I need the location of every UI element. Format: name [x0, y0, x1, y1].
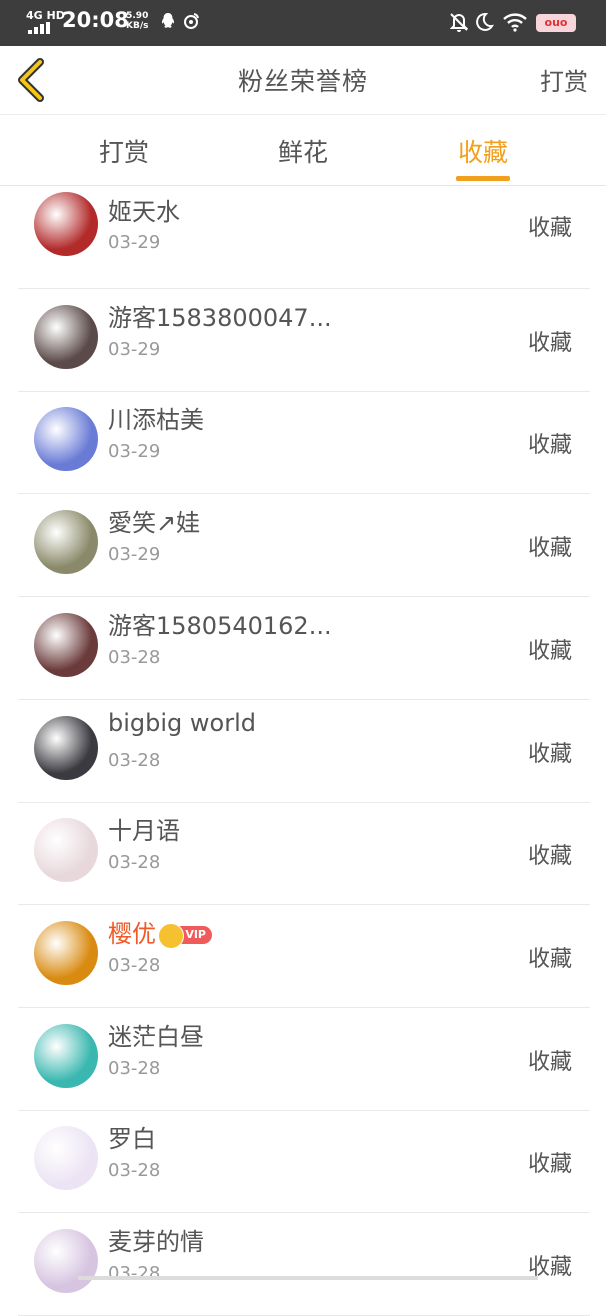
fan-name: 游客1583800047...	[108, 298, 332, 333]
fan-name: 樱优 VIP	[108, 914, 212, 949]
status-bar: 4G HD 20:08 5.90 KB/s ouo	[0, 0, 606, 46]
tab-bar: 打赏 鲜花 收藏	[0, 115, 606, 186]
avatar[interactable]	[34, 1229, 98, 1293]
fan-date: 03-29	[108, 232, 161, 253]
qq-icon	[160, 12, 176, 35]
fan-date: 03-28	[108, 955, 161, 976]
list-item[interactable]: 姬天水 03-29 收藏	[18, 186, 590, 289]
fan-date: 03-28	[108, 1058, 161, 1079]
page-title: 粉丝荣誉榜	[237, 67, 368, 96]
list-item[interactable]: 游客1580540162... 03-28 收藏	[18, 597, 590, 700]
crown-icon	[158, 923, 184, 949]
fan-name-text: 十月语	[108, 817, 180, 845]
fan-date: 03-28	[108, 1263, 161, 1284]
fan-action-label: 收藏	[527, 433, 572, 458]
speed-value: 5.90	[126, 11, 149, 21]
mute-bell-icon	[449, 12, 469, 37]
fan-action-label: 收藏	[527, 1152, 572, 1177]
fan-action-label: 收藏	[527, 536, 572, 561]
avatar[interactable]	[34, 1024, 98, 1088]
fan-name: 游客1580540162...	[108, 606, 332, 641]
tab-flowers[interactable]: 鲜花	[243, 133, 363, 169]
weibo-icon	[182, 12, 200, 35]
fan-action-label: 收藏	[527, 331, 572, 356]
fan-name: 川添枯美	[108, 400, 204, 435]
moon-icon	[474, 12, 494, 37]
avatar[interactable]	[34, 716, 98, 780]
fan-date: 03-28	[108, 647, 161, 668]
fan-name: 十月语	[108, 811, 180, 846]
fan-date: 03-29	[108, 339, 161, 360]
list-item[interactable]: 樱优 VIP 03-28 收藏	[18, 905, 590, 1008]
fan-name: 迷茫白昼	[108, 1017, 204, 1052]
avatar[interactable]	[34, 305, 98, 369]
fan-name: 罗白	[108, 1119, 156, 1154]
avatar[interactable]	[34, 1126, 98, 1190]
fan-name: 愛笑↗娃	[108, 503, 200, 538]
fan-date: 03-28	[108, 750, 161, 771]
fan-name-text: 愛笑↗娃	[108, 509, 201, 537]
fan-date: 03-28	[108, 852, 161, 873]
fan-action-label: 收藏	[527, 216, 572, 241]
fan-action-label: 收藏	[527, 639, 572, 664]
list-item[interactable]: bigbig world 03-28 收藏	[18, 700, 590, 803]
avatar[interactable]	[34, 510, 98, 574]
fan-date: 03-29	[108, 544, 161, 565]
fan-action-label: 收藏	[527, 742, 572, 767]
speed-unit: KB/s	[126, 21, 149, 31]
fan-action-label: 收藏	[527, 844, 572, 869]
signal-icon	[28, 22, 54, 34]
fan-action-label: 收藏	[527, 1050, 572, 1075]
fan-name-text: 麦芽的情	[108, 1228, 204, 1256]
avatar[interactable]	[34, 921, 98, 985]
wifi-icon	[502, 12, 528, 37]
list-item[interactable]: 罗白 03-28 收藏	[18, 1110, 590, 1213]
fan-date: 03-29	[108, 441, 161, 462]
tab-reward[interactable]: 打赏	[64, 133, 184, 169]
fan-name: 麦芽的情	[108, 1222, 204, 1257]
tab-favorites[interactable]: 收藏	[423, 133, 543, 169]
list-item[interactable]: 川添枯美 03-29 收藏	[18, 391, 590, 494]
fan-name-text: 迷茫白昼	[108, 1023, 204, 1051]
avatar[interactable]	[34, 818, 98, 882]
fan-name-text: 川添枯美	[108, 406, 204, 434]
clock: 20:08	[62, 8, 129, 32]
network-type: 4G HD	[26, 9, 65, 22]
fan-date: 03-28	[108, 1160, 161, 1181]
fan-name: bigbig world	[108, 709, 256, 737]
list-item[interactable]: 迷茫白昼 03-28 收藏	[18, 1008, 590, 1111]
active-tab-indicator	[456, 176, 510, 181]
fan-name-text: 游客1580540162...	[108, 612, 332, 640]
list-item[interactable]: 麦芽的情 03-28 收藏	[18, 1213, 590, 1316]
fan-name-text: 罗白	[108, 1125, 156, 1153]
battery-indicator: ouo	[536, 14, 576, 32]
list-item[interactable]: 十月语 03-28 收藏	[18, 802, 590, 905]
app-header: 粉丝荣誉榜 打赏	[0, 46, 606, 115]
network-speed: 5.90 KB/s	[126, 11, 148, 31]
vip-badge: VIP	[158, 923, 212, 949]
fan-name-text: 姬天水	[108, 198, 180, 226]
avatar[interactable]	[34, 192, 98, 256]
fan-action-label: 收藏	[527, 947, 572, 972]
fan-name: 姬天水	[108, 192, 180, 227]
list-item[interactable]: 游客1583800047... 03-29 收藏	[18, 289, 590, 392]
fan-name-text: 樱优	[108, 920, 156, 948]
avatar[interactable]	[34, 613, 98, 677]
avatar[interactable]	[34, 407, 98, 471]
list-item[interactable]: 愛笑↗娃 03-29 收藏	[18, 494, 590, 597]
fan-name-text: bigbig world	[108, 709, 256, 737]
scroll-edge-shadow	[78, 1276, 538, 1280]
fan-name-text: 游客1583800047...	[108, 304, 332, 332]
reward-button[interactable]: 打赏	[540, 62, 588, 97]
